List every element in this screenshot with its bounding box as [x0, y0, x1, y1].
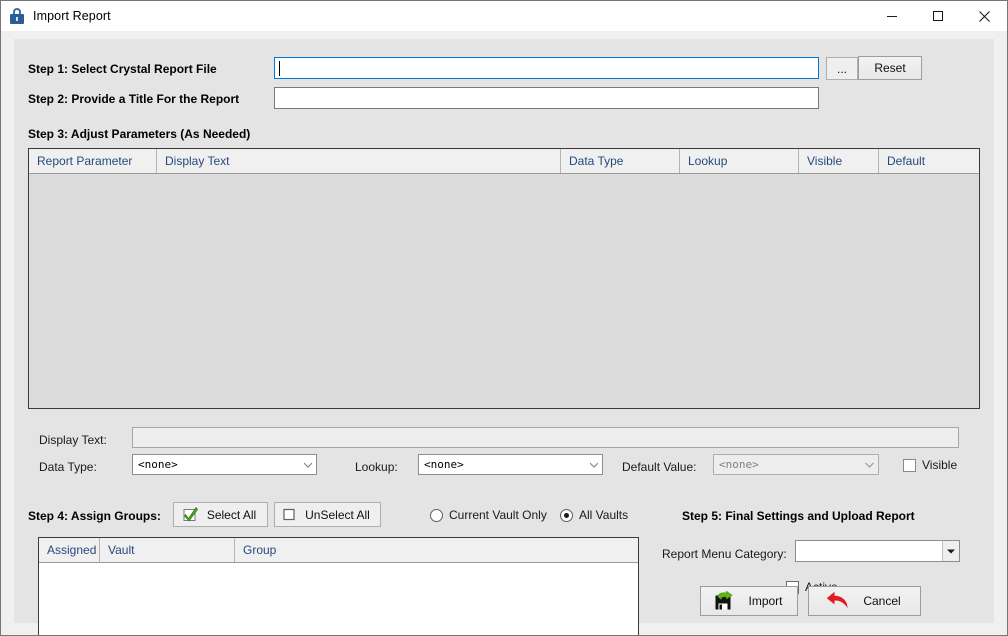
- visible-checkbox[interactable]: Visible: [903, 458, 957, 472]
- import-label: Import: [748, 594, 783, 608]
- display-text-label: Display Text:: [39, 433, 107, 447]
- scope-radio-current-vault[interactable]: Current Vault Only: [430, 508, 547, 522]
- parameters-grid-body: [29, 174, 979, 408]
- maximize-button[interactable]: [915, 1, 961, 31]
- column-vault[interactable]: Vault: [100, 538, 235, 562]
- import-button[interactable]: Import: [700, 586, 798, 616]
- step4-label: Step 4: Assign Groups:: [28, 509, 161, 523]
- report-title-input[interactable]: [274, 87, 819, 109]
- reset-label: Reset: [874, 61, 906, 75]
- lookup-value: <none>: [424, 458, 464, 471]
- cancel-button[interactable]: Cancel: [808, 586, 921, 616]
- step1-label: Step 1: Select Crystal Report File: [28, 62, 217, 76]
- close-icon: [978, 10, 990, 22]
- reset-button[interactable]: Reset: [858, 56, 922, 80]
- visible-checkbox-box[interactable]: [903, 458, 916, 472]
- select-all-button[interactable]: Select All: [173, 502, 268, 527]
- column-display-text[interactable]: Display Text: [157, 149, 561, 173]
- data-type-value: <none>: [138, 458, 178, 471]
- column-lookup[interactable]: Lookup: [680, 149, 799, 173]
- chevron-down-icon[interactable]: [861, 455, 878, 474]
- unselect-all-button[interactable]: UnSelect All: [274, 502, 381, 527]
- green-check-icon: [183, 507, 198, 522]
- maximize-icon: [933, 11, 943, 21]
- empty-checkbox-icon: [283, 508, 295, 521]
- red-arrow-icon: [827, 591, 848, 608]
- dialog-content: Step 1: Select Crystal Report File ... R…: [14, 39, 994, 635]
- minimize-icon: [887, 16, 897, 17]
- scope-radio-all-vaults-label: All Vaults: [579, 508, 629, 522]
- parameters-grid[interactable]: Report Parameter Display Text Data Type …: [28, 148, 980, 409]
- chevron-down-icon[interactable]: [299, 455, 316, 474]
- display-text-input[interactable]: [132, 427, 959, 448]
- column-group[interactable]: Group: [235, 538, 638, 562]
- text-caret: [279, 61, 280, 76]
- report-menu-category-select[interactable]: [795, 540, 960, 562]
- lock-icon: [10, 8, 24, 24]
- crystal-report-file-input[interactable]: [274, 57, 819, 79]
- import-report-window: Import Report Step 1: Select Crystal Rep…: [0, 0, 1008, 636]
- select-all-label: Select All: [206, 507, 257, 522]
- minimize-button[interactable]: [869, 1, 915, 31]
- step5-label: Step 5: Final Settings and Upload Report: [682, 509, 915, 523]
- step3-label: Step 3: Adjust Parameters (As Needed): [28, 127, 251, 141]
- close-button[interactable]: [961, 1, 1007, 31]
- browse-file-button[interactable]: ...: [826, 57, 858, 80]
- scope-radio-current-vault-label: Current Vault Only: [449, 508, 547, 522]
- unselect-all-label: UnSelect All: [305, 507, 370, 522]
- column-default[interactable]: Default: [879, 149, 979, 173]
- column-report-parameter[interactable]: Report Parameter: [29, 149, 157, 173]
- lookup-label: Lookup:: [355, 460, 398, 474]
- radio-current-vault-dot[interactable]: [430, 508, 443, 522]
- groups-grid-body: [39, 563, 638, 635]
- save-floppy-icon: [715, 590, 734, 609]
- column-data-type[interactable]: Data Type: [561, 149, 680, 173]
- parameters-grid-header: Report Parameter Display Text Data Type …: [29, 149, 979, 174]
- window-controls: [869, 1, 1007, 31]
- report-menu-category-label: Report Menu Category:: [662, 547, 787, 561]
- title-bar: Import Report: [1, 1, 1007, 31]
- browse-file-label: ...: [836, 61, 847, 76]
- cancel-label: Cancel: [863, 594, 901, 608]
- default-value-value: <none>: [719, 458, 759, 471]
- groups-grid-header: Assigned Vault Group: [39, 538, 638, 563]
- column-assigned[interactable]: Assigned: [39, 538, 100, 562]
- window-title: Import Report: [33, 9, 111, 23]
- column-visible[interactable]: Visible: [799, 149, 879, 173]
- step2-label: Step 2: Provide a Title For the Report: [28, 92, 240, 106]
- visible-checkbox-label: Visible: [922, 458, 958, 472]
- data-type-label: Data Type:: [39, 460, 97, 474]
- data-type-select[interactable]: <none>: [132, 454, 317, 475]
- groups-grid[interactable]: Assigned Vault Group: [38, 537, 639, 635]
- radio-all-vaults-dot[interactable]: [560, 508, 573, 522]
- default-value-select[interactable]: <none>: [713, 454, 879, 475]
- lookup-select[interactable]: <none>: [418, 454, 603, 475]
- chevron-down-icon[interactable]: [942, 541, 959, 561]
- scope-radio-all-vaults[interactable]: All Vaults: [560, 508, 628, 522]
- chevron-down-icon[interactable]: [585, 455, 602, 474]
- default-value-label: Default Value:: [622, 460, 697, 474]
